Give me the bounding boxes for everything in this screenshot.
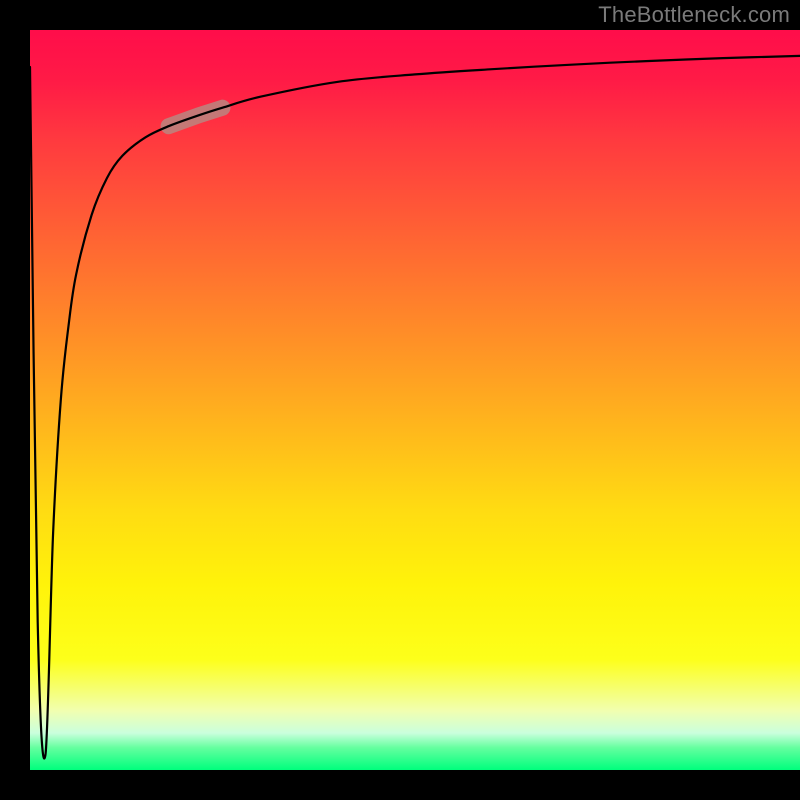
attribution-label: TheBottleneck.com (598, 2, 790, 28)
chart-background-gradient (30, 30, 800, 770)
